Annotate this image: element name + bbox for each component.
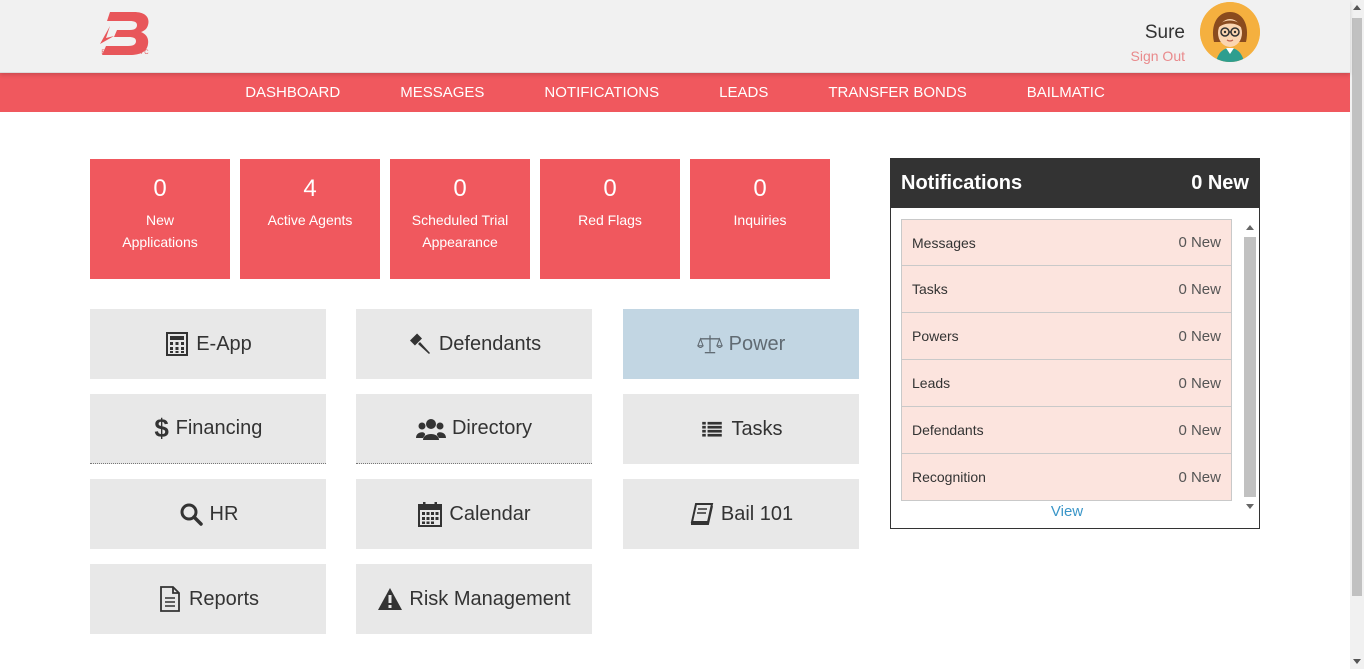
reports-button[interactable]: Reports xyxy=(90,564,326,634)
tile-label: Power xyxy=(728,332,786,355)
tile-label: Defendants xyxy=(438,332,542,355)
stat-red-flags[interactable]: 0 Red Flags xyxy=(540,159,680,279)
stat-label: New Applications xyxy=(122,212,198,250)
stat-value: 0 xyxy=(453,175,467,202)
notifications-scrollbar[interactable] xyxy=(1243,219,1259,519)
notification-label: Recognition xyxy=(912,469,986,485)
user-name: Sure xyxy=(1144,22,1185,43)
notification-count: 0 New xyxy=(1178,374,1221,392)
tile-label: Directory xyxy=(451,417,532,439)
scroll-down-icon[interactable] xyxy=(1246,504,1254,509)
notification-label: Defendants xyxy=(912,422,984,438)
tile-label: Reports xyxy=(188,587,260,610)
gavel-icon xyxy=(407,331,433,357)
nav-messages[interactable]: MESSAGES xyxy=(400,84,484,101)
stat-inquiries[interactable]: 0 Inquiries xyxy=(690,159,830,279)
notification-row-leads[interactable]: Leads 0 New xyxy=(901,360,1232,407)
view-notifications-link[interactable]: View xyxy=(891,503,1243,520)
notification-row-messages[interactable]: Messages 0 New xyxy=(901,219,1232,266)
hr-button[interactable]: HR xyxy=(90,479,326,549)
stat-value: 0 xyxy=(153,175,167,202)
stat-scheduled-trial-appearance[interactable]: 0 Scheduled Trial Appearance xyxy=(390,159,530,279)
list-icon xyxy=(699,416,725,442)
page-scrollbar[interactable] xyxy=(1350,0,1364,669)
search-icon xyxy=(178,501,204,527)
page-scroll-up-icon[interactable] xyxy=(1353,5,1361,10)
nav-bailmatic[interactable]: BAILMATIC xyxy=(1027,84,1105,101)
notification-row-powers[interactable]: Powers 0 New xyxy=(901,313,1232,360)
stat-label: Red Flags xyxy=(578,212,642,228)
notification-row-defendants[interactable]: Defendants 0 New xyxy=(901,407,1232,454)
stat-active-agents[interactable]: 4 Active Agents xyxy=(240,159,380,279)
stat-value: 0 xyxy=(603,175,617,202)
document-icon xyxy=(157,586,183,612)
top-header: BAILMATIC Sure Sign Out xyxy=(0,0,1350,73)
stat-label: Inquiries xyxy=(733,212,787,228)
notification-row-recognition[interactable]: Recognition 0 New xyxy=(901,454,1232,501)
notification-count: 0 New xyxy=(1178,421,1221,439)
stat-new-applications[interactable]: 0 New Applications xyxy=(90,159,230,279)
stat-label: Active Agents xyxy=(267,212,353,228)
calendar-icon xyxy=(417,501,443,527)
user-avatar[interactable] xyxy=(1200,2,1260,62)
calendar-button[interactable]: Calendar xyxy=(356,479,592,549)
notifications-title: Notifications xyxy=(901,172,1023,194)
tile-label: Bail 101 xyxy=(720,502,794,525)
directory-button[interactable]: Directory xyxy=(356,394,592,464)
tasks-button[interactable]: Tasks xyxy=(623,394,859,464)
eapp-button[interactable]: E-App xyxy=(90,309,326,379)
notification-row-tasks[interactable]: Tasks 0 New xyxy=(901,266,1232,313)
book-icon xyxy=(689,501,715,527)
dollar-icon: $ xyxy=(154,413,169,443)
page: BAILMATIC Sure Sign Out DASHBOARD MESSAG… xyxy=(0,0,1364,669)
notification-count: 0 New xyxy=(1178,280,1221,298)
risk-management-button[interactable]: Risk Management xyxy=(356,564,592,634)
notifications-panel: Notifications 0 New Messages 0 New Tasks… xyxy=(890,158,1260,529)
stat-label: Scheduled Trial Appearance xyxy=(411,212,509,250)
sign-out-link[interactable]: Sign Out xyxy=(1131,48,1185,64)
logo-text: BAILMATIC xyxy=(101,50,151,56)
tile-label: Risk Management xyxy=(409,587,571,610)
notification-label: Messages xyxy=(912,234,976,251)
notification-label: Leads xyxy=(912,375,951,391)
scroll-up-icon[interactable] xyxy=(1246,225,1254,230)
tile-label: Calendar xyxy=(449,502,531,525)
scales-icon xyxy=(696,331,723,357)
notification-count: 0 New xyxy=(1178,234,1221,251)
tile-label: Financing xyxy=(175,417,263,439)
financing-button[interactable]: $ Financing xyxy=(90,394,326,464)
tile-label: E-App xyxy=(196,332,252,355)
tile-label: Tasks xyxy=(731,417,783,440)
page-scroll-down-icon[interactable] xyxy=(1353,659,1361,664)
nav-transfer-bonds[interactable]: TRANSFER BONDS xyxy=(828,84,966,101)
nav-notifications[interactable]: NOTIFICATIONS xyxy=(544,84,659,101)
stat-value: 0 xyxy=(753,175,767,202)
power-button[interactable]: Power xyxy=(623,309,859,379)
users-icon xyxy=(415,416,446,442)
nav-dashboard[interactable]: DASHBOARD xyxy=(245,84,340,101)
tile-label: HR xyxy=(209,502,239,525)
nav-leads[interactable]: LEADS xyxy=(719,84,768,101)
notification-label: Tasks xyxy=(912,281,948,297)
scroll-thumb[interactable] xyxy=(1244,237,1256,497)
notifications-header: Notifications 0 New xyxy=(891,159,1259,208)
calculator-icon xyxy=(164,331,190,357)
notifications-total: 0 New xyxy=(1191,172,1249,194)
avatar-woman-glasses-icon xyxy=(1200,2,1260,62)
notification-count: 0 New xyxy=(1178,468,1221,486)
notification-count: 0 New xyxy=(1178,327,1221,345)
defendants-button[interactable]: Defendants xyxy=(356,309,592,379)
stat-value: 4 xyxy=(303,175,317,202)
warning-icon xyxy=(377,586,403,612)
main-nav: DASHBOARD MESSAGES NOTIFICATIONS LEADS T… xyxy=(0,73,1350,112)
bail-101-button[interactable]: Bail 101 xyxy=(623,479,859,549)
notifications-list: Messages 0 New Tasks 0 New Powers 0 New … xyxy=(901,219,1232,501)
notification-label: Powers xyxy=(912,328,959,344)
page-scroll-thumb[interactable] xyxy=(1352,18,1362,596)
